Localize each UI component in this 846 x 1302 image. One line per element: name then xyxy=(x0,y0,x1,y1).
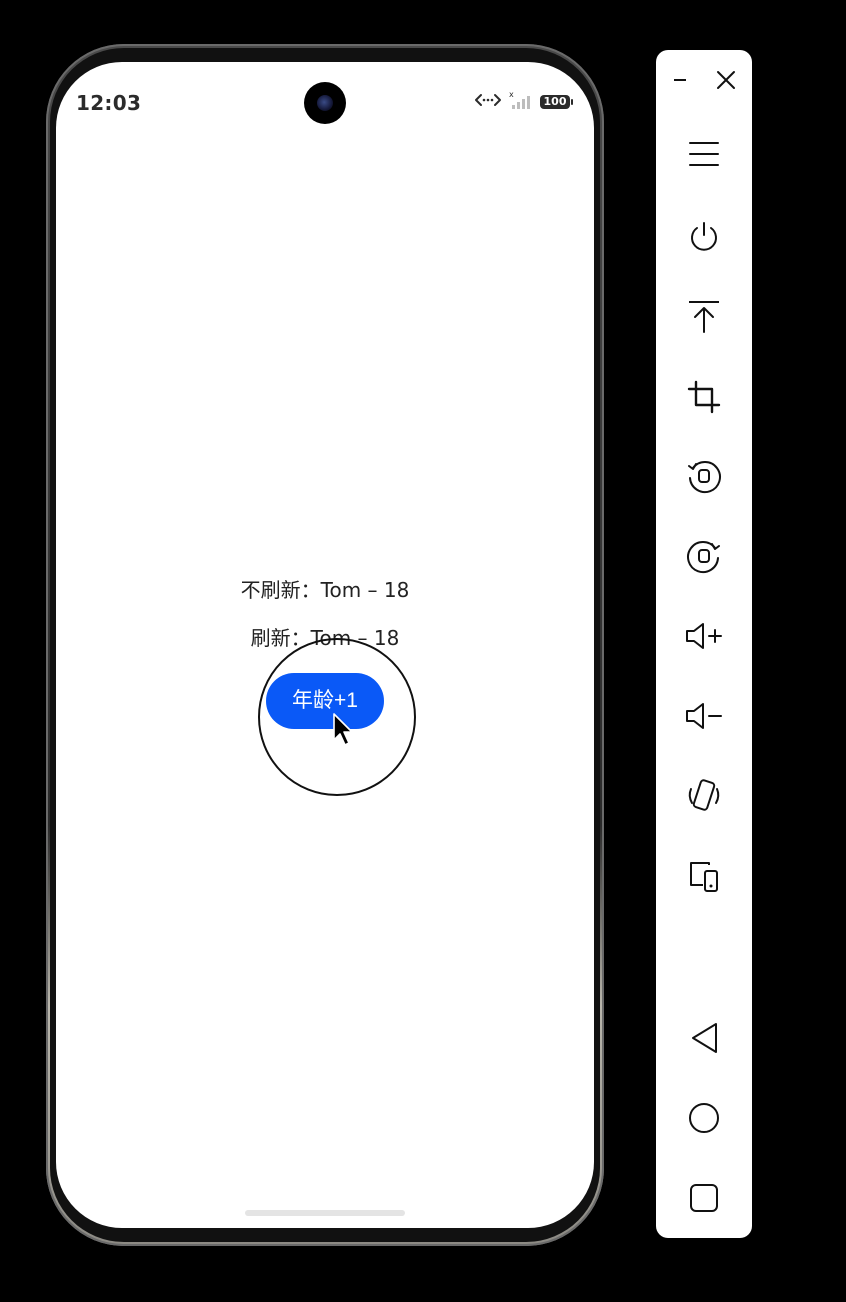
pin-top-icon xyxy=(687,300,721,334)
menu-button[interactable] xyxy=(684,134,724,174)
home-button[interactable] xyxy=(684,1098,724,1138)
multi-device-button[interactable] xyxy=(684,856,724,896)
close-icon xyxy=(715,69,737,91)
back-icon xyxy=(689,1021,719,1055)
rotate-right-icon xyxy=(686,538,722,574)
emulator-stage: 12:03 x 100 不刷新：Tom – 18 刷新：Tom – 18 年龄+… xyxy=(0,0,846,1302)
volume-up-button[interactable] xyxy=(684,616,724,656)
multi-device-icon xyxy=(687,859,721,893)
volume-down-button[interactable] xyxy=(684,696,724,736)
power-icon xyxy=(687,220,721,254)
recents-button[interactable] xyxy=(684,1178,724,1218)
battery-icon: 100 xyxy=(540,95,573,109)
pin-top-button[interactable] xyxy=(684,297,724,337)
close-button[interactable] xyxy=(706,60,746,100)
mouse-cursor-icon xyxy=(332,712,356,748)
minimize-button[interactable] xyxy=(660,60,700,100)
phone-frame: 12:03 x 100 不刷新：Tom – 18 刷新：Tom – 18 年龄+… xyxy=(46,44,604,1246)
emulator-toolbar xyxy=(656,50,752,1238)
recents-icon xyxy=(688,1182,720,1214)
rotate-left-button[interactable] xyxy=(684,456,724,496)
volume-down-icon xyxy=(685,701,723,731)
crop-icon xyxy=(687,380,721,414)
status-bar: 12:03 x 100 xyxy=(56,62,594,142)
cellular-signal-icon: x xyxy=(508,90,534,114)
menu-icon xyxy=(688,138,720,170)
minimize-icon xyxy=(670,70,690,90)
shake-icon xyxy=(686,777,722,815)
rotate-left-icon xyxy=(686,458,722,494)
back-button[interactable] xyxy=(684,1018,724,1058)
age-increment-button[interactable]: 年龄+1 xyxy=(266,673,384,729)
shake-button[interactable] xyxy=(684,776,724,816)
status-icons: x 100 xyxy=(474,90,573,114)
power-button[interactable] xyxy=(684,217,724,257)
status-time: 12:03 xyxy=(76,91,142,115)
crop-button[interactable] xyxy=(684,377,724,417)
home-icon xyxy=(687,1101,721,1135)
data-transfer-icon xyxy=(474,92,502,112)
front-camera xyxy=(304,82,346,124)
phone-screen[interactable]: 12:03 x 100 不刷新：Tom – 18 刷新：Tom – 18 年龄+… xyxy=(56,62,594,1228)
home-indicator[interactable] xyxy=(245,1210,405,1216)
svg-text:x: x xyxy=(509,90,514,99)
volume-up-icon xyxy=(685,621,723,651)
rotate-right-button[interactable] xyxy=(684,536,724,576)
no-refresh-text: 不刷新：Tom – 18 xyxy=(240,578,410,602)
refresh-text: 刷新：Tom – 18 xyxy=(250,626,400,650)
